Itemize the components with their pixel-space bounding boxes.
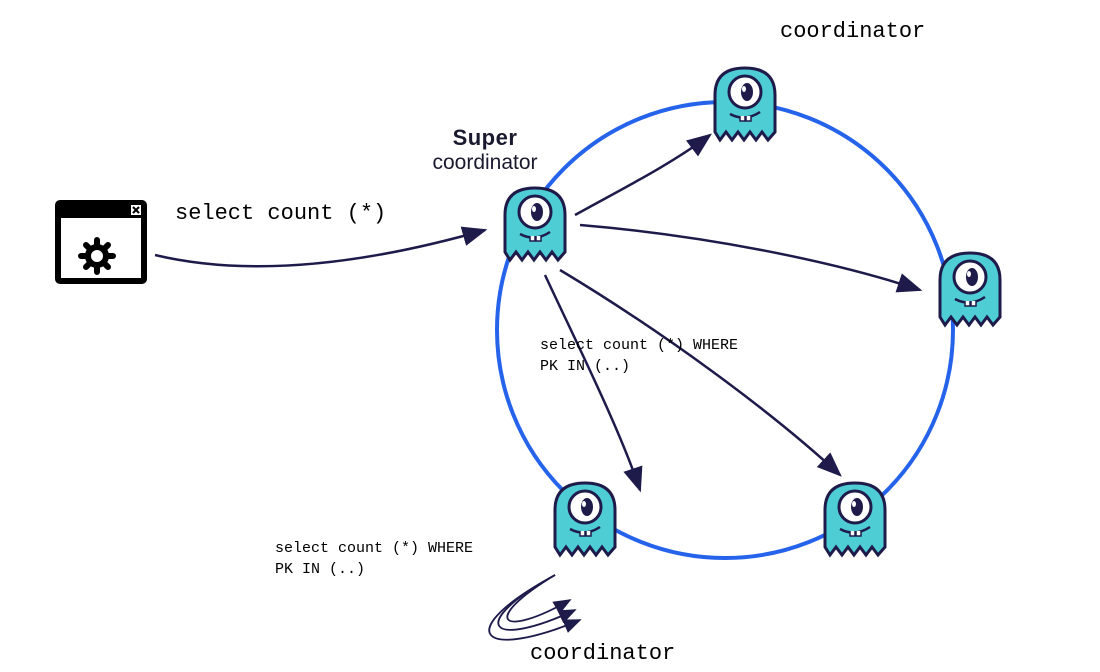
node-right [925, 245, 1015, 340]
label-super-bold: Super [453, 125, 518, 150]
label-super-sub: coordinator [432, 151, 537, 174]
arrow-client-to-super [155, 230, 485, 266]
node-bottom-left-coordinator [540, 475, 630, 570]
node-top-coordinator [700, 60, 790, 155]
node-super-coordinator [490, 180, 580, 275]
label-super-coordinator: Super coordinator [395, 125, 575, 175]
arrow-self-loop-1 [507, 575, 570, 622]
client-terminal-icon [55, 200, 147, 284]
label-query-self: select count (*) WHERE PK IN (..) [275, 538, 473, 580]
label-query-main: select count (*) [175, 200, 386, 229]
label-query-self-line2: PK IN (..) [275, 561, 365, 578]
label-query-sub-line1: select count (*) WHERE [540, 337, 738, 354]
label-query-sub-line2: PK IN (..) [540, 358, 630, 375]
arrow-self-loop-2 [498, 575, 575, 630]
arrow-self-loop-3 [489, 575, 580, 640]
label-query-sub: select count (*) WHERE PK IN (..) [540, 335, 738, 377]
node-bottom-right [810, 475, 900, 570]
label-query-self-line1: select count (*) WHERE [275, 540, 473, 557]
label-top-coordinator: coordinator [780, 18, 925, 47]
label-bottom-coordinator: coordinator [530, 640, 675, 669]
